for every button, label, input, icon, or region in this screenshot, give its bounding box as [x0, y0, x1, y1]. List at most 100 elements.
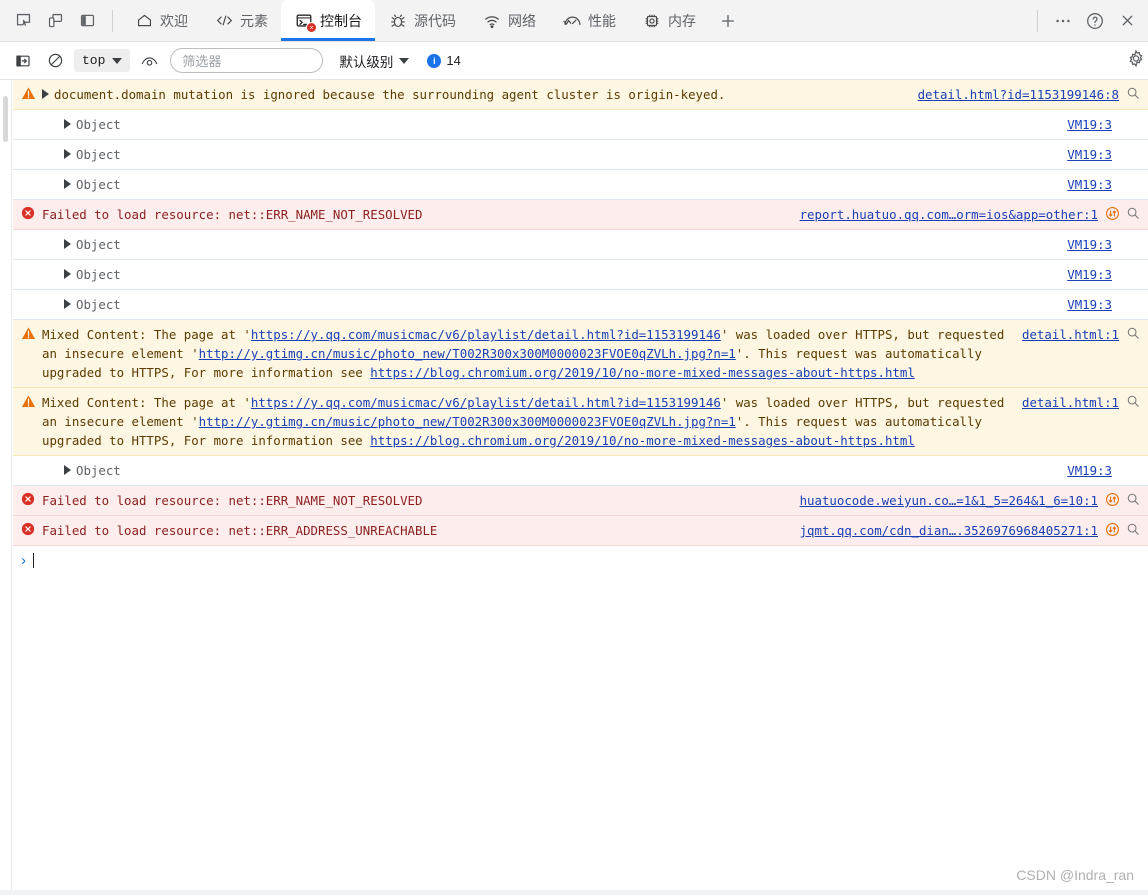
- inspect-element-icon[interactable]: [8, 6, 38, 36]
- wifi-icon: [482, 11, 502, 31]
- filter-placeholder: 筛选器: [182, 54, 222, 69]
- console-prompt[interactable]: ›: [13, 546, 1148, 575]
- search-icon[interactable]: [1126, 492, 1140, 509]
- bug-icon: [388, 11, 408, 31]
- console-row-mixed-content[interactable]: Mixed Content: The page at 'https://y.qq…: [13, 388, 1148, 456]
- console-gutter-scrollbar[interactable]: [0, 80, 12, 895]
- console-source-link[interactable]: VM19:3: [1067, 265, 1112, 284]
- console-toolbar: top 筛选器 默认级别 i 14: [0, 42, 1148, 80]
- console-row-warning[interactable]: document.domain mutation is ignored beca…: [13, 80, 1148, 110]
- console-rows: document.domain mutation is ignored beca…: [13, 80, 1148, 575]
- expand-triangle-icon[interactable]: [64, 299, 71, 309]
- message-count-badge[interactable]: i 14: [427, 53, 461, 68]
- tab-welcome[interactable]: 欢迎: [121, 0, 201, 41]
- expand-triangle-icon[interactable]: [64, 465, 71, 475]
- info-icon: i: [427, 53, 442, 68]
- row-action-icons: [1126, 393, 1140, 411]
- close-icon[interactable]: [1112, 6, 1142, 36]
- console-source-link[interactable]: VM19:3: [1067, 145, 1112, 164]
- execution-context-dropdown[interactable]: top: [74, 49, 131, 72]
- tab-elements[interactable]: 元素: [201, 0, 281, 41]
- console-row-object[interactable]: Object VM19:3: [13, 230, 1148, 260]
- inline-url-link[interactable]: http://y.gtimg.cn/music/photo_new/T002R3…: [199, 414, 736, 429]
- tab-network-label: 网络: [508, 12, 536, 29]
- add-panel-button[interactable]: [709, 0, 747, 41]
- search-icon[interactable]: [1126, 522, 1140, 539]
- console-source-link[interactable]: report.huatuo.qq.com…orm=ios&app=other:1: [800, 205, 1098, 224]
- inline-url-link[interactable]: https://y.qq.com/musicmac/v6/playlist/de…: [251, 395, 721, 410]
- tab-network[interactable]: 网络: [469, 0, 549, 41]
- console-source-link[interactable]: VM19:3: [1067, 235, 1112, 254]
- console-row-object[interactable]: Object VM19:3: [13, 110, 1148, 140]
- console-row-object[interactable]: Object VM19:3: [13, 456, 1148, 486]
- clear-console-icon[interactable]: [42, 48, 68, 74]
- network-request-icon[interactable]: [1105, 492, 1120, 510]
- console-message-list[interactable]: document.domain mutation is ignored beca…: [0, 80, 1148, 895]
- tab-performance[interactable]: 性能: [549, 0, 629, 41]
- console-row-object[interactable]: Object VM19:3: [13, 260, 1148, 290]
- panel-tabs: 欢迎 元素 × 控制台 源代码 网络 性能 内存: [121, 0, 747, 41]
- console-source-link[interactable]: huatuocode.weiyun.co…=1&1_5=264&1_6=10:1: [800, 491, 1098, 510]
- row-action-icons: [1119, 145, 1140, 146]
- expand-triangle-icon[interactable]: [64, 119, 71, 129]
- expand-triangle-icon[interactable]: [64, 239, 71, 249]
- tab-elements-label: 元素: [240, 12, 268, 29]
- error-icon: [21, 492, 37, 509]
- console-row-object[interactable]: Object VM19:3: [13, 140, 1148, 170]
- tab-welcome-label: 欢迎: [160, 12, 188, 29]
- message-text-fragment: Mixed Content: The page at ': [42, 395, 251, 410]
- help-icon[interactable]: [1080, 6, 1110, 36]
- log-level-value: 默认级别: [339, 54, 394, 70]
- more-options-icon[interactable]: [1048, 6, 1078, 36]
- home-icon: [134, 11, 154, 31]
- search-icon[interactable]: [1126, 86, 1140, 103]
- console-message-text: Mixed Content: The page at 'https://y.qq…: [42, 393, 1012, 450]
- dock-side-icon[interactable]: [72, 6, 102, 36]
- console-message-text: Failed to load resource: net::ERR_ADDRES…: [42, 523, 438, 538]
- filter-input[interactable]: 筛选器: [170, 48, 324, 73]
- console-message-text: document.domain mutation is ignored beca…: [54, 87, 726, 102]
- tab-console-label: 控制台: [320, 12, 362, 29]
- console-row-error[interactable]: Failed to load resource: net::ERR_ADDRES…: [13, 516, 1148, 546]
- console-source-link[interactable]: detail.html:1: [1022, 393, 1119, 412]
- console-row-error[interactable]: Failed to load resource: net::ERR_NAME_N…: [13, 200, 1148, 230]
- expand-triangle-icon[interactable]: [64, 149, 71, 159]
- row-action-icons: [1119, 461, 1140, 462]
- message-count-value: 14: [446, 53, 461, 68]
- search-icon[interactable]: [1126, 206, 1140, 223]
- expand-triangle-icon[interactable]: [64, 179, 71, 189]
- console-source-link[interactable]: detail.html?id=1153199146:8: [918, 85, 1119, 104]
- tab-memory[interactable]: 内存: [629, 0, 709, 41]
- console-source-link[interactable]: VM19:3: [1067, 175, 1112, 194]
- expand-triangle-icon[interactable]: [42, 89, 49, 99]
- gear-icon[interactable]: [1126, 48, 1146, 73]
- network-request-icon[interactable]: [1105, 206, 1120, 224]
- console-row-object[interactable]: Object VM19:3: [13, 170, 1148, 200]
- search-icon[interactable]: [1126, 394, 1140, 411]
- tab-sources[interactable]: 源代码: [375, 0, 469, 41]
- console-row-mixed-content[interactable]: Mixed Content: The page at 'https://y.qq…: [13, 320, 1148, 388]
- inline-url-link[interactable]: https://blog.chromium.org/2019/10/no-mor…: [370, 365, 915, 380]
- console-source-link[interactable]: VM19:3: [1067, 295, 1112, 314]
- console-source-link[interactable]: detail.html:1: [1022, 325, 1119, 344]
- tabstrip-right-tools: [1029, 0, 1148, 41]
- network-request-icon[interactable]: [1105, 522, 1120, 540]
- inline-url-link[interactable]: https://blog.chromium.org/2019/10/no-mor…: [370, 433, 915, 448]
- console-row-object[interactable]: Object VM19:3: [13, 290, 1148, 320]
- inline-url-link[interactable]: http://y.gtimg.cn/music/photo_new/T002R3…: [199, 346, 736, 361]
- log-level-dropdown[interactable]: 默认级别: [339, 51, 410, 71]
- console-source-link[interactable]: VM19:3: [1067, 115, 1112, 134]
- live-expression-icon[interactable]: [136, 48, 162, 74]
- console-row-error[interactable]: Failed to load resource: net::ERR_NAME_N…: [13, 486, 1148, 516]
- console-source-link[interactable]: VM19:3: [1067, 461, 1112, 480]
- inline-url-link[interactable]: https://y.qq.com/musicmac/v6/playlist/de…: [251, 327, 721, 342]
- expand-triangle-icon[interactable]: [64, 269, 71, 279]
- search-icon[interactable]: [1126, 326, 1140, 343]
- console-source-link[interactable]: jqmt.qq.com/cdn_dian….3526976968405271:1: [800, 521, 1098, 540]
- prompt-chevron-icon: ›: [21, 552, 26, 569]
- console-sidebar-icon[interactable]: [10, 48, 36, 74]
- row-action-icons: [1119, 115, 1140, 116]
- row-action-icons: [1119, 175, 1140, 176]
- device-toolbar-icon[interactable]: [40, 6, 70, 36]
- tab-console[interactable]: × 控制台: [281, 0, 375, 41]
